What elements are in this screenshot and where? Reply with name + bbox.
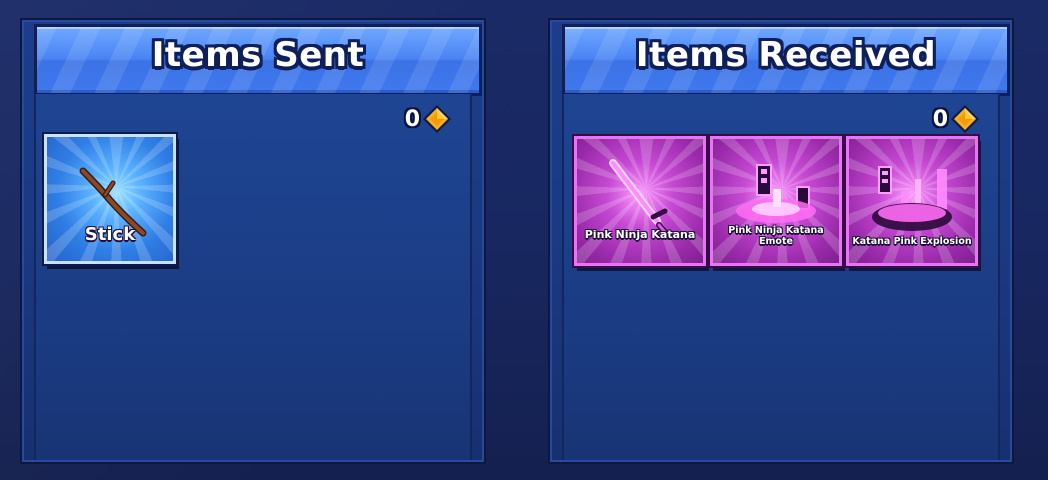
items-received-title: Items Received — [635, 35, 937, 75]
gem-icon — [423, 105, 451, 133]
items-received-panel: Items Received 0 Pink Ninja Katana Pink … — [548, 18, 1014, 464]
items-sent-title: Items Sent — [151, 35, 365, 75]
items-received-header: Items Received — [562, 24, 1010, 96]
gem-icon — [951, 105, 979, 133]
received-gem-count: 0 — [932, 106, 948, 132]
katana-icon — [609, 159, 672, 240]
sent-gem-counter: 0 — [405, 104, 452, 134]
item-name: Pink Ninja Katana Emote — [728, 225, 824, 247]
item-name: Katana Pink Explosion — [852, 235, 972, 247]
sent-gem-count: 0 — [404, 106, 420, 132]
received-item-pink-ninja-katana[interactable]: Pink Ninja Katana — [574, 136, 706, 266]
items-sent-header: Items Sent — [34, 24, 482, 96]
sent-item-stick[interactable]: Stick — [44, 134, 176, 264]
received-item-katana-pink-explosion[interactable]: Katana Pink Explosion — [846, 136, 978, 266]
item-name: Stick — [84, 224, 136, 246]
item-name: Pink Ninja Katana — [584, 227, 696, 241]
items-sent-panel: Items Sent 0 Stick — [20, 18, 486, 464]
items-sent-list: 0 Stick — [34, 94, 472, 460]
received-gem-counter: 0 — [933, 104, 980, 134]
received-item-pink-ninja-katana-emote[interactable]: Pink Ninja Katana Emote — [710, 136, 842, 266]
items-received-list: 0 Pink Ninja Katana Pink Ninja Katana Em… — [562, 94, 1000, 460]
